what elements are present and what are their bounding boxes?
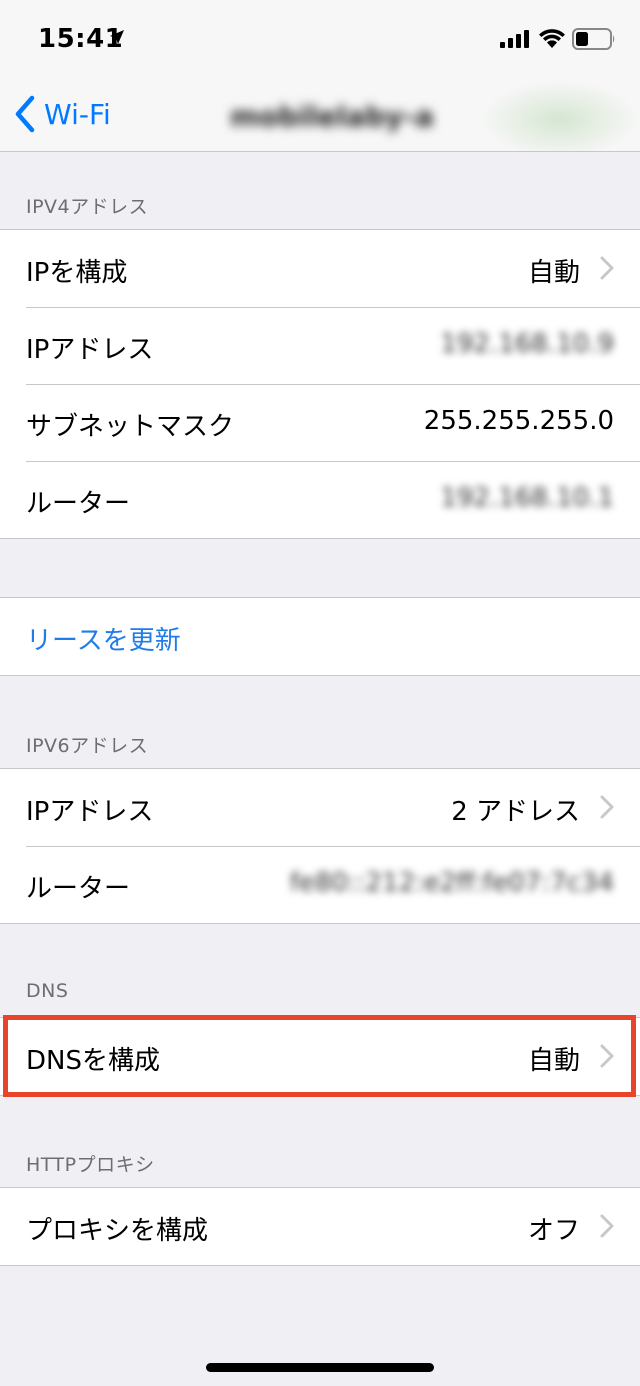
configure-dns-label: DNSを構成 — [26, 1046, 160, 1076]
configure-proxy-row[interactable]: プロキシを構成 オフ — [0, 1188, 640, 1265]
chevron-left-icon — [15, 95, 35, 133]
cellular-signal-icon — [500, 30, 529, 48]
ipv6-router-label: ルーター — [26, 874, 131, 904]
back-button[interactable]: Wi-Fi — [12, 92, 111, 136]
ipv4-section-header: IPV4アドレス — [26, 196, 149, 218]
screen: 15:41 Wi-Fi mobilelaby-a IPV4アドレス IPを構成 … — [0, 0, 640, 1386]
dns-group: DNSを構成 自動 — [0, 1017, 640, 1096]
subnet-mask-row: サブネットマスク 255.255.255.0 — [0, 384, 640, 461]
ipv6-group: IPアドレス 2 アドレス ルーター fe80::212:e2ff:fe07:7… — [0, 768, 640, 924]
configure-dns-value: 自動 — [527, 1046, 580, 1076]
renew-lease-group: リースを更新 — [0, 597, 640, 676]
configure-proxy-value: オフ — [527, 1216, 580, 1246]
ipv6-router-value: fe80::212:e2ff:fe07:7c34 — [289, 868, 614, 898]
ipv4-address-label: IPアドレス — [26, 335, 154, 365]
chevron-right-icon — [600, 256, 614, 280]
ipv6-section-header: IPV6アドレス — [26, 735, 149, 757]
chevron-right-icon — [600, 795, 614, 819]
configure-ip-value: 自動 — [527, 258, 580, 288]
renew-lease-button[interactable]: リースを更新 — [26, 620, 181, 657]
location-arrow-icon — [110, 30, 124, 44]
status-bar: 15:41 — [0, 0, 640, 80]
navigation-bar: Wi-Fi mobilelaby-a — [0, 80, 640, 152]
renew-lease-row[interactable]: リースを更新 — [0, 598, 640, 675]
http-proxy-section-header: HTTPプロキシ — [26, 1154, 155, 1176]
chevron-right-icon — [600, 1214, 614, 1238]
configure-ip-row[interactable]: IPを構成 自動 — [0, 230, 640, 307]
ipv4-router-row: ルーター 192.168.10.1 — [0, 461, 640, 538]
ipv4-address-row: IPアドレス 192.168.10.9 — [0, 307, 640, 384]
network-name-title: mobilelaby-a — [230, 100, 434, 133]
dns-section-header: DNS — [26, 980, 69, 1002]
ipv6-address-label: IPアドレス — [26, 797, 154, 827]
chevron-right-icon — [600, 1044, 614, 1068]
subnet-mask-value: 255.255.255.0 — [423, 406, 614, 436]
nav-decoration — [480, 80, 640, 152]
configure-dns-row[interactable]: DNSを構成 自動 — [0, 1018, 640, 1095]
back-button-label: Wi-Fi — [44, 97, 111, 131]
ipv4-router-value: 192.168.10.1 — [440, 483, 614, 513]
http-proxy-group: プロキシを構成 オフ — [0, 1187, 640, 1266]
ipv6-address-row[interactable]: IPアドレス 2 アドレス — [0, 769, 640, 846]
ipv4-router-label: ルーター — [26, 489, 131, 519]
battery-icon — [572, 28, 615, 50]
ipv6-address-value: 2 アドレス — [451, 797, 580, 827]
configure-ip-label: IPを構成 — [26, 258, 128, 288]
subnet-mask-label: サブネットマスク — [26, 412, 235, 442]
ipv6-router-row: ルーター fe80::212:e2ff:fe07:7c34 — [0, 846, 640, 923]
ipv4-group: IPを構成 自動 IPアドレス 192.168.10.9 サブネットマスク 25… — [0, 229, 640, 539]
home-indicator[interactable] — [206, 1363, 434, 1372]
configure-proxy-label: プロキシを構成 — [26, 1216, 209, 1246]
ipv4-address-value: 192.168.10.9 — [440, 329, 614, 359]
wifi-icon — [539, 29, 565, 48]
